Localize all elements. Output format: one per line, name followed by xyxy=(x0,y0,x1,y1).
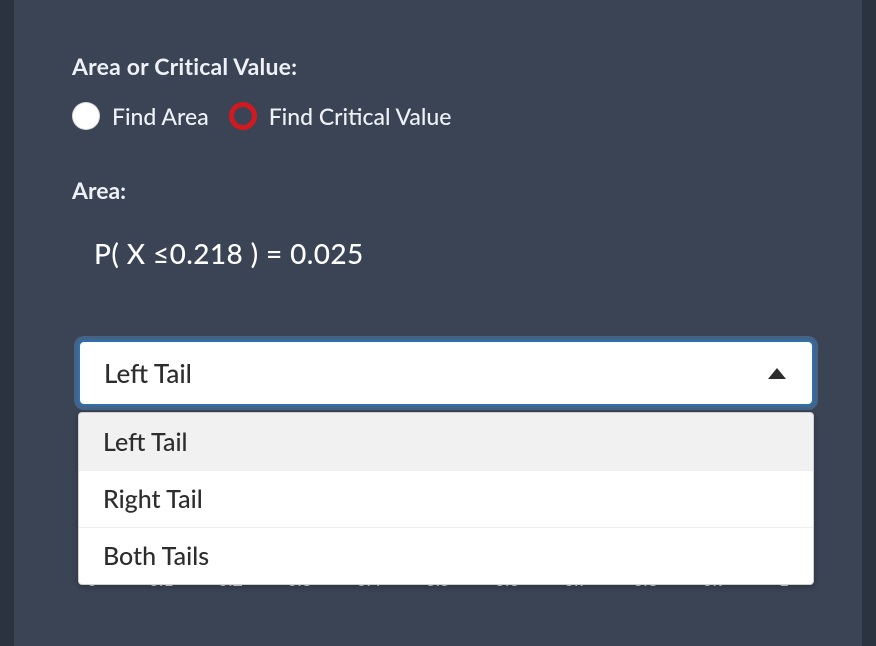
caret-up-icon xyxy=(768,368,786,379)
radio-checked-icon xyxy=(229,102,257,130)
probability-formula: P( X ≤0.218 ) = 0.025 xyxy=(94,236,804,270)
radio-find-area-label: Find Area xyxy=(112,102,209,130)
tail-select-wrap: Left Tail Left Tail Right Tail Both Tail… xyxy=(78,340,814,406)
radio-find-critical-label: Find Critical Value xyxy=(269,102,452,130)
radio-group: Find Area Find Critical Value xyxy=(72,102,804,130)
main-panel: Area or Critical Value: Find Area Find C… xyxy=(14,0,862,646)
section-label: Area or Critical Value: xyxy=(72,52,804,80)
area-label: Area: xyxy=(72,176,804,204)
dropdown-option-left-tail[interactable]: Left Tail xyxy=(79,413,813,470)
right-border xyxy=(862,0,876,646)
tail-dropdown: Left Tail Right Tail Both Tails xyxy=(78,412,814,585)
radio-find-critical-value[interactable]: Find Critical Value xyxy=(229,102,452,130)
left-border xyxy=(0,0,14,646)
tail-select-value: Left Tail xyxy=(104,357,192,389)
dropdown-option-right-tail[interactable]: Right Tail xyxy=(79,470,813,527)
radio-unchecked-icon xyxy=(72,102,100,130)
tail-select[interactable]: Left Tail xyxy=(78,340,814,406)
radio-find-area[interactable]: Find Area xyxy=(72,102,209,130)
dropdown-option-both-tails[interactable]: Both Tails xyxy=(79,527,813,584)
